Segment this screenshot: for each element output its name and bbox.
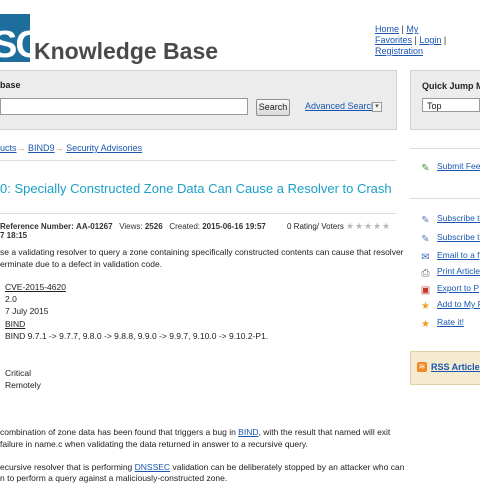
divider: [0, 160, 396, 161]
chevron-down-icon[interactable]: ▾: [372, 102, 382, 112]
posting-date: 7 July 2015: [5, 306, 49, 316]
breadcrumb-products[interactable]: ucts: [0, 143, 17, 153]
description-line: n to perform a query against a malicious…: [0, 473, 228, 483]
divider: [0, 213, 396, 214]
star-icon[interactable]: ★: [373, 222, 382, 231]
breadcrumb: ucts→ BIND9→ Security Advisories: [0, 143, 143, 153]
submit-feedback-link[interactable]: ✎Submit Feedback: [420, 161, 480, 174]
registration-link[interactable]: Registration: [375, 46, 423, 56]
subscribe-link[interactable]: ✎ Subscribe to: [420, 213, 480, 226]
article-meta: Reference Number: AA-01267 Views: 2526 C…: [0, 222, 266, 231]
description-line: combination of zone data has been found …: [0, 427, 391, 437]
email-link[interactable]: ✉ Email to a f: [420, 250, 479, 263]
exploitable: Remotely: [5, 380, 41, 390]
print-article-link[interactable]: ⎙ Print Article: [420, 266, 480, 279]
export-pdf-link[interactable]: ▣ Export to P: [420, 283, 479, 296]
rating-label: 0 Rating/ Voters: [287, 222, 344, 231]
subscribe-link[interactable]: ✎ Subscribe to: [420, 232, 480, 245]
article-meta-time: 7 18:15: [0, 231, 28, 240]
search-input[interactable]: [0, 98, 248, 115]
pdf-icon: ▣: [420, 285, 431, 296]
search-panel-title: base: [0, 80, 21, 90]
quick-jump-title: Quick Jump Menu: [422, 81, 480, 91]
rss-icon: ≋: [417, 362, 427, 372]
login-link[interactable]: Login: [419, 35, 441, 45]
star-icon[interactable]: ★: [364, 222, 373, 231]
add-favorites-link[interactable]: ★ Add to My F: [420, 299, 480, 312]
top-links: Home | My Favorites | Login | Registrati…: [375, 24, 447, 56]
description-line: failure in name.c when validating the da…: [0, 439, 308, 449]
email-icon: ✉: [421, 252, 430, 263]
rate-it-link[interactable]: ★ Rate it!: [420, 317, 464, 330]
description-line: ecursive resolver that is performing DNS…: [0, 462, 405, 472]
breadcrumb-bind9[interactable]: BIND9: [28, 143, 55, 153]
logo: SC: [0, 14, 30, 62]
my-link[interactable]: My: [406, 24, 418, 34]
cve-link[interactable]: CVE-2015-4620: [5, 282, 66, 292]
intro-line: erminate due to a defect in validation c…: [0, 259, 163, 269]
divider: [410, 198, 480, 199]
breadcrumb-security-advisories[interactable]: Security Advisories: [66, 143, 142, 153]
favorite-icon: ★: [421, 301, 430, 312]
rss-articles-link[interactable]: RSS Articles: [431, 362, 480, 372]
rating-stars[interactable]: ★★★★★: [346, 221, 391, 231]
divider: [410, 148, 480, 149]
favorites-link[interactable]: Favorites: [375, 35, 412, 45]
search-button[interactable]: Search: [256, 99, 290, 116]
star-icon[interactable]: ★: [382, 222, 391, 231]
document-version: 2.0: [5, 294, 17, 304]
subscribe-icon: ✎: [421, 234, 430, 245]
quick-jump-select[interactable]: Top: [422, 98, 480, 112]
advanced-search-link[interactable]: Advanced Search: [305, 101, 376, 111]
feedback-icon: ✎: [421, 163, 430, 174]
site-title: Knowledge Base: [34, 38, 219, 64]
versions-affected: BIND 9.7.1 -> 9.7.7, 9.8.0 -> 9.8.8, 9.9…: [5, 331, 269, 341]
star-icon[interactable]: ★: [346, 222, 355, 231]
subscribe-icon: ✎: [421, 215, 430, 226]
print-icon: ⎙: [421, 268, 430, 279]
bind-link[interactable]: BIND: [238, 427, 258, 437]
dnssec-link[interactable]: DNSSEC: [135, 462, 170, 472]
program-link[interactable]: BIND: [5, 319, 25, 329]
star-icon: ★: [421, 319, 430, 330]
severity: Critical: [5, 368, 31, 378]
home-link[interactable]: Home: [375, 24, 399, 34]
intro-line: se a validating resolver to query a zone…: [0, 247, 404, 257]
article-title: 0: Specially Constructed Zone Data Can C…: [0, 181, 392, 196]
star-icon[interactable]: ★: [355, 222, 364, 231]
